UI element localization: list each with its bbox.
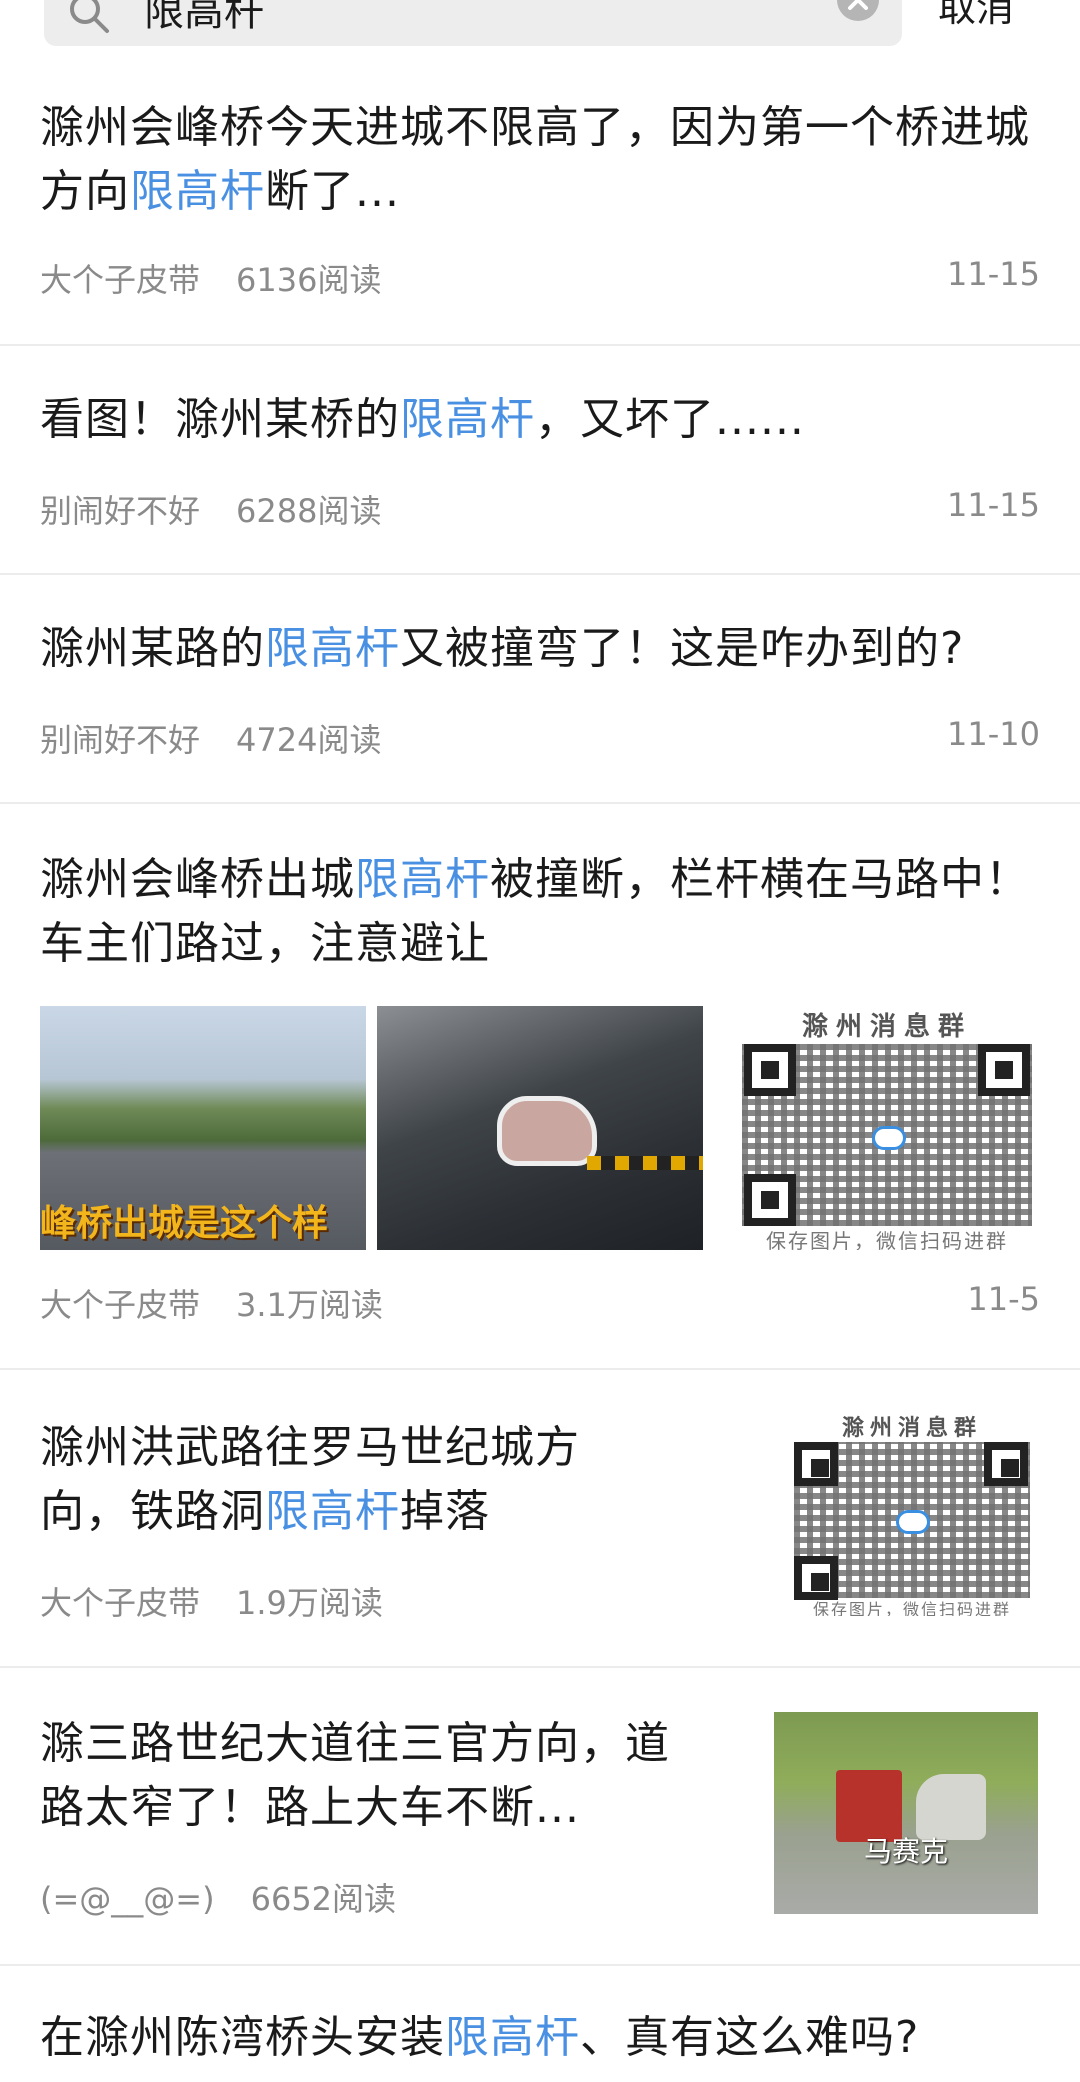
title-text: 看图！滁州某桥的 (40, 394, 400, 445)
read-count: 6136阅读 (236, 261, 382, 299)
search-input[interactable] (144, 0, 764, 32)
qr-finder-pattern (978, 1044, 1030, 1096)
result-meta: 别闹好不好 6288阅读 (40, 486, 381, 532)
qr-footer: 保存图片，微信扫码进群 (766, 1229, 1008, 1250)
result-title[interactable]: 滁州会峰桥今天进城不限高了，因为第一个桥进城方向限高杆断了... (40, 96, 1040, 224)
post-date: 11-10 (947, 715, 1040, 753)
title-text: 断了... (265, 166, 400, 217)
qr-code-thumbnail[interactable]: 滁州消息群 保存图片，微信扫码进群 (784, 1410, 1040, 1616)
result-title[interactable]: 在滁州陈湾桥头安装限高杆、真有这么难吗? (40, 2006, 1040, 2070)
title-text: 滁州某路的 (40, 623, 265, 674)
search-icon (70, 0, 109, 33)
qr-title: 滁州消息群 (841, 1416, 982, 1441)
qr-logo-icon (896, 1510, 930, 1534)
image-watermark: 马赛克 (863, 1835, 948, 1868)
title-highlight: 限高杆 (130, 166, 265, 217)
truck-photo-thumbnail[interactable]: 马赛克 (774, 1712, 1038, 1914)
title-text: 、真有这么难吗? (580, 2012, 920, 2063)
title-text: 又被撞弯了！这是咋办到的? (400, 623, 965, 674)
read-count: 6652阅读 (250, 1880, 397, 1918)
qr-finder-pattern (744, 1174, 796, 1226)
result-title[interactable]: 看图！滁州某桥的限高杆，又坏了...... (40, 388, 1040, 452)
search-bar: 取消 (0, 0, 1080, 52)
result-title[interactable]: 滁州某路的限高杆又被撞弯了！这是咋办到的? (40, 617, 1040, 681)
qr-finder-pattern (744, 1044, 796, 1096)
qr-code-thumbnail[interactable]: 滁州消息群 保存图片，微信扫码进群 (734, 1006, 1040, 1250)
title-highlight: 限高杆 (265, 1486, 400, 1537)
read-count: 1.9万阅读 (236, 1584, 383, 1622)
result-title[interactable]: 滁三路世纪大道往三官方向，道路太窄了！路上大车不断... (40, 1712, 670, 1840)
list-item[interactable]: 滁州某路的限高杆又被撞弯了！这是咋办到的? 别闹好不好 4724阅读 11-10 (0, 575, 1080, 804)
image-caption: 峰桥出城是这个样 (40, 1203, 329, 1244)
post-date: 11-5 (967, 1280, 1040, 1318)
author-name: 别闹好不好 (40, 492, 201, 530)
list-item[interactable]: 滁三路世纪大道往三官方向，道路太窄了！路上大车不断... (=@__@=) 665… (0, 1668, 1080, 1966)
result-meta: 大个子皮带 3.1万阅读 (40, 1280, 383, 1326)
list-item[interactable]: 滁州会峰桥出城限高杆被撞断，栏杆横在马路中！车主们路过，注意避让 峰桥出城是这个… (0, 804, 1080, 1370)
read-count: 3.1万阅读 (236, 1286, 383, 1324)
title-text: 在滁州陈湾桥头安装 (40, 2012, 445, 2063)
post-date: 11-15 (947, 486, 1040, 524)
result-title[interactable]: 滁州洪武路往罗马世纪城方向，铁路洞限高杆掉落 (40, 1416, 640, 1544)
title-highlight: 限高杆 (265, 623, 400, 674)
car-mirror-photo-thumbnail[interactable] (377, 1006, 703, 1250)
title-text: 掉落 (400, 1486, 490, 1537)
author-name: 大个子皮带 (40, 1584, 201, 1622)
result-meta: 大个子皮带 1.9万阅读 (40, 1578, 383, 1624)
post-date: 11-15 (947, 255, 1040, 293)
list-item[interactable]: 在滁州陈湾桥头安装限高杆、真有这么难吗? (0, 1966, 1080, 2082)
author-name: 大个子皮带 (40, 1286, 201, 1324)
road-photo-thumbnail[interactable]: 峰桥出城是这个样 (40, 1006, 366, 1250)
title-highlight: 限高杆 (445, 2012, 580, 2063)
qr-title: 滁州消息群 (801, 1012, 972, 1042)
side-mirror-shape (497, 1096, 597, 1166)
list-item[interactable]: 滁州会峰桥今天进城不限高了，因为第一个桥进城方向限高杆断了... 大个子皮带 61… (0, 52, 1080, 346)
title-highlight: 限高杆 (355, 854, 490, 905)
author-name: (=@__@=) (40, 1880, 215, 1918)
list-item[interactable]: 滁州洪武路往罗马世纪城方向，铁路洞限高杆掉落 大个子皮带 1.9万阅读 滁州消息群… (0, 1370, 1080, 1668)
qr-finder-pattern (984, 1442, 1028, 1486)
result-meta: 别闹好不好 4724阅读 (40, 715, 381, 761)
clear-icon[interactable] (836, 0, 880, 22)
title-text: ，又坏了...... (535, 394, 805, 445)
search-box[interactable] (44, 0, 902, 46)
qr-logo-icon (872, 1126, 906, 1150)
author-name: 大个子皮带 (40, 261, 201, 299)
barrier-stripe (587, 1156, 703, 1170)
cancel-button[interactable]: 取消 (938, 0, 1014, 38)
read-count: 4724阅读 (236, 721, 382, 759)
title-highlight: 限高杆 (400, 394, 535, 445)
qr-finder-pattern (794, 1442, 838, 1486)
result-meta: 大个子皮带 6136阅读 (40, 255, 381, 301)
read-count: 6288阅读 (236, 492, 382, 530)
title-text: 滁州会峰桥出城 (40, 854, 355, 905)
list-item[interactable]: 看图！滁州某桥的限高杆，又坏了...... 别闹好不好 6288阅读 11-15 (0, 346, 1080, 575)
result-title[interactable]: 滁州会峰桥出城限高杆被撞断，栏杆横在马路中！车主们路过，注意避让 (40, 848, 1040, 976)
author-name: 别闹好不好 (40, 721, 201, 759)
result-meta: (=@__@=) 6652阅读 (40, 1874, 396, 1920)
qr-footer: 保存图片，微信扫码进群 (812, 1600, 1011, 1616)
title-text: 滁三路世纪大道往三官方向，道路太窄了！路上大车不断... (40, 1718, 670, 1833)
qr-finder-pattern (794, 1556, 838, 1600)
